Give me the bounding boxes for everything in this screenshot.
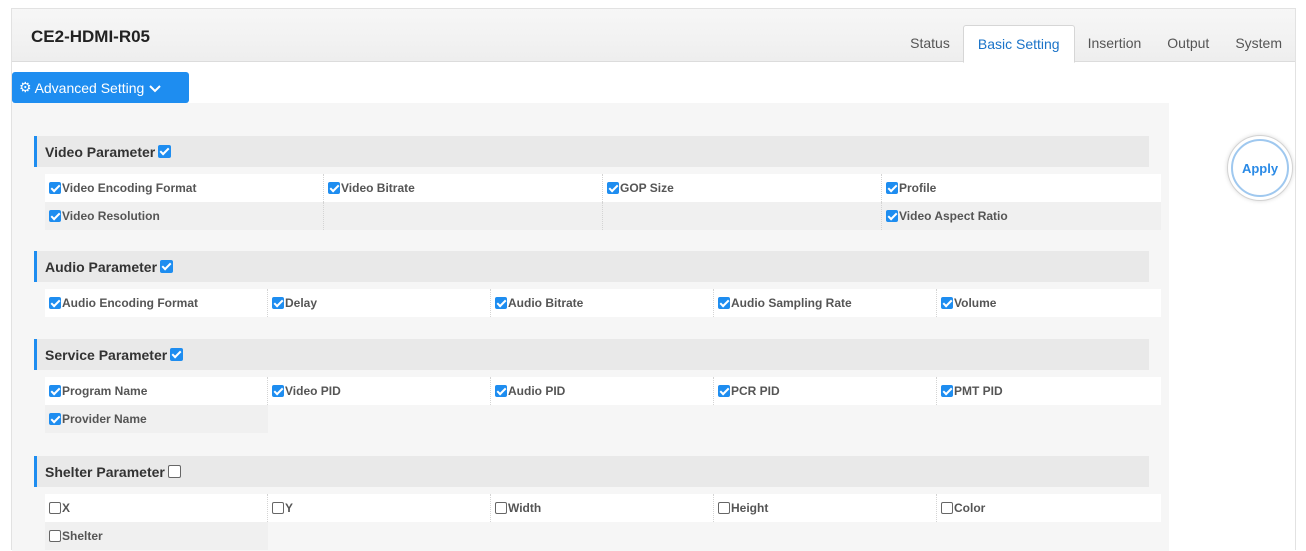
section-title: Audio Parameter	[45, 258, 158, 275]
service-parameter-header: Service Parameter	[34, 339, 1149, 370]
option-width[interactable]: Width	[491, 494, 714, 522]
option-height[interactable]: Height	[714, 494, 937, 522]
apply-button-ring: Apply	[1227, 135, 1293, 201]
checkbox[interactable]	[941, 385, 953, 397]
checkbox[interactable]	[49, 182, 61, 194]
option-video-bitrate[interactable]: Video Bitrate	[324, 174, 603, 202]
chevron-down-icon	[149, 80, 162, 96]
option-shelter[interactable]: Shelter	[45, 522, 268, 550]
advanced-setting-button[interactable]: ⚙ Advanced Setting	[12, 72, 189, 103]
tab-insertion[interactable]: Insertion	[1075, 25, 1155, 62]
checkbox[interactable]	[495, 385, 507, 397]
video-row-2: Video Resolution Video Aspect Ratio	[45, 202, 1161, 230]
section-title: Service Parameter	[45, 346, 168, 363]
section-title: Shelter Parameter	[45, 463, 165, 480]
audio-row-1: Audio Encoding Format Delay Audio Bitrat…	[45, 289, 1161, 317]
checkbox[interactable]	[718, 502, 730, 514]
empty-cell	[603, 202, 882, 230]
checkbox[interactable]	[49, 502, 61, 514]
service-row-1: Program Name Video PID Audio PID PCR PID…	[45, 377, 1161, 405]
checkbox[interactable]	[886, 210, 898, 222]
audio-parameter-header: Audio Parameter	[34, 251, 1149, 282]
tab-system[interactable]: System	[1222, 25, 1295, 62]
option-x[interactable]: X	[45, 494, 268, 522]
option-video-aspect-ratio[interactable]: Video Aspect Ratio	[882, 202, 1161, 230]
shelter-parameter-header: Shelter Parameter	[34, 456, 1149, 487]
option-video-resolution[interactable]: Video Resolution	[45, 202, 324, 230]
tab-basic-setting[interactable]: Basic Setting	[962, 25, 1075, 63]
checkbox[interactable]	[495, 297, 507, 309]
checkbox[interactable]	[607, 182, 619, 194]
video-parameter-header: Video Parameter	[34, 136, 1149, 167]
checkbox[interactable]	[49, 297, 61, 309]
option-program-name[interactable]: Program Name	[45, 377, 268, 405]
service-parameter-checkbox[interactable]	[170, 348, 184, 361]
option-profile[interactable]: Profile	[882, 174, 1161, 202]
option-pcr-pid[interactable]: PCR PID	[714, 377, 937, 405]
section-title: Video Parameter	[45, 143, 156, 160]
option-volume[interactable]: Volume	[937, 289, 1161, 317]
checkbox[interactable]	[49, 413, 61, 425]
device-title: CE2-HDMI-R05	[31, 27, 151, 46]
option-provider-name[interactable]: Provider Name	[45, 405, 268, 433]
advanced-setting-panel: Video Parameter Video Encoding Format Vi…	[12, 103, 1169, 551]
tab-output[interactable]: Output	[1154, 25, 1222, 62]
option-audio-bitrate[interactable]: Audio Bitrate	[491, 289, 714, 317]
option-audio-sampling-rate[interactable]: Audio Sampling Rate	[714, 289, 937, 317]
audio-parameter-checkbox[interactable]	[160, 260, 174, 273]
video-parameter-checkbox[interactable]	[158, 145, 172, 158]
checkbox[interactable]	[49, 530, 61, 542]
checkbox[interactable]	[49, 210, 61, 222]
header-bar: CE2-HDMI-R05 Status Basic Setting Insert…	[12, 9, 1295, 63]
option-pmt-pid[interactable]: PMT PID	[937, 377, 1161, 405]
option-y[interactable]: Y	[268, 494, 491, 522]
checkbox[interactable]	[495, 502, 507, 514]
option-color[interactable]: Color	[937, 494, 1161, 522]
shelter-parameter-checkbox[interactable]	[167, 465, 181, 478]
apply-button[interactable]: Apply	[1231, 139, 1289, 197]
option-audio-encoding-format[interactable]: Audio Encoding Format	[45, 289, 268, 317]
video-row-1: Video Encoding Format Video Bitrate GOP …	[45, 174, 1161, 202]
option-delay[interactable]: Delay	[268, 289, 491, 317]
advanced-setting-label: Advanced Setting	[34, 79, 145, 96]
checkbox[interactable]	[49, 385, 61, 397]
gear-icon: ⚙	[19, 79, 32, 95]
checkbox[interactable]	[941, 297, 953, 309]
checkbox[interactable]	[272, 385, 284, 397]
tab-bar: Status Basic Setting Insertion Output Sy…	[897, 25, 1295, 63]
checkbox[interactable]	[328, 182, 340, 194]
checkbox[interactable]	[941, 502, 953, 514]
tab-status[interactable]: Status	[897, 25, 963, 62]
checkbox[interactable]	[272, 297, 284, 309]
shelter-row-2: Shelter	[45, 522, 268, 550]
option-video-pid[interactable]: Video PID	[268, 377, 491, 405]
option-audio-pid[interactable]: Audio PID	[491, 377, 714, 405]
option-gop-size[interactable]: GOP Size	[603, 174, 882, 202]
checkbox[interactable]	[886, 182, 898, 194]
checkbox[interactable]	[272, 502, 284, 514]
app-frame: CE2-HDMI-R05 Status Basic Setting Insert…	[11, 8, 1296, 551]
option-video-encoding-format[interactable]: Video Encoding Format	[45, 174, 324, 202]
service-row-2: Provider Name	[45, 405, 268, 433]
shelter-row-1: X Y Width Height Color	[45, 494, 1161, 522]
empty-cell	[324, 202, 603, 230]
checkbox[interactable]	[718, 297, 730, 309]
checkbox[interactable]	[718, 385, 730, 397]
